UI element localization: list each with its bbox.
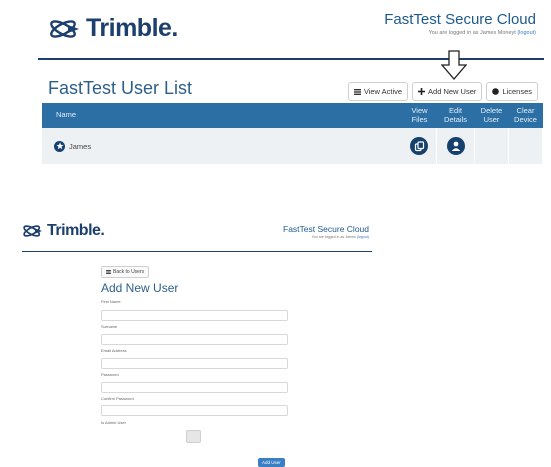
app-title: FastTest Secure Cloud [384,11,536,28]
files-icon[interactable] [410,137,429,155]
view-files-cell [402,128,437,164]
user-icon[interactable] [446,137,465,155]
add-new-user-label: Add New User [428,87,477,96]
email-label: Email Address [101,348,127,353]
first-name-label: First Name [101,299,121,304]
table-row: James [42,128,543,164]
back-to-users-button[interactable]: Back to Users [101,266,150,278]
col-name[interactable]: Name [42,103,403,128]
col-edit-details: Edit Details [436,103,475,128]
edit-details-cell [436,128,475,164]
is-admin-label: Is Admin User [101,420,126,425]
surname-field[interactable] [101,334,288,345]
password-label: Password [101,372,119,377]
login-status: You are logged in as James (logout) [271,235,369,239]
add-new-user-button[interactable]: Add New User [412,82,483,101]
login-text: You are logged in as James Moneyt [428,30,516,36]
user-name[interactable]: James [69,142,91,151]
col-delete-user: Delete User [474,103,509,128]
plus-icon [418,88,426,95]
form-title: Add New User [101,281,179,295]
header-divider [38,58,544,60]
table-header-row: Name View Files Edit Details Delete User Cl… [42,103,543,128]
licenses-label: Licenses [502,87,532,96]
surname-label: Surname [101,324,118,329]
header-divider [22,251,372,252]
col-clear-device: Clear Device [508,103,543,128]
top-app-header: FastTest Secure Cloud You are logged in … [384,11,536,36]
login-text: You are logged in as James [311,235,356,239]
clear-device-cell [508,128,543,164]
trimble-logo-icon [50,19,79,38]
app-title: FastTest Secure Cloud [283,224,369,234]
is-admin-checkbox[interactable] [186,430,201,443]
list-icon [353,88,361,95]
delete-user-cell [474,128,509,164]
user-table: Name View Files Edit Details Delete User Cl… [42,103,543,164]
password-field[interactable] [101,382,288,393]
back-to-users-label: Back to Users [113,269,145,275]
down-arrow-icon [441,50,467,80]
col-view-files-l2: Files [411,114,428,124]
logout-link[interactable]: (logout) [517,30,536,36]
col-delete-user-l2: User [483,114,500,124]
bottom-app-header: FastTest Secure Cloud You are logged in … [271,224,369,239]
user-star-icon [54,140,65,152]
trimble-logo-icon [23,225,43,237]
brand-name: Trimble. [86,14,178,42]
list-icon [106,270,111,274]
email-field[interactable] [101,358,288,369]
logout-link[interactable]: (logout) [357,235,369,239]
col-edit-details-l2: Details [444,114,467,124]
view-active-label: View Active [363,87,403,96]
toolbar: View Active Add New User Licenses [347,82,538,101]
col-clear-device-l2: Device [514,114,537,124]
first-name-field[interactable] [101,310,288,321]
login-status: You are logged in as James Moneyt (logou… [384,30,536,36]
top-brand-logo: Trimble. [48,14,178,43]
user-name-cell: James [42,128,403,164]
brand-name: Trimble. [47,222,105,239]
confirm-password-label: Confirm Password [101,396,134,401]
col-view-files: View Files [402,103,437,128]
confirm-password-field[interactable] [101,405,288,416]
page-title: FastTest User List [48,78,193,98]
license-icon [492,88,500,95]
licenses-button[interactable]: Licenses [486,82,538,101]
bottom-brand-logo: Trimble. [22,222,105,240]
view-active-button[interactable]: View Active [347,82,409,101]
